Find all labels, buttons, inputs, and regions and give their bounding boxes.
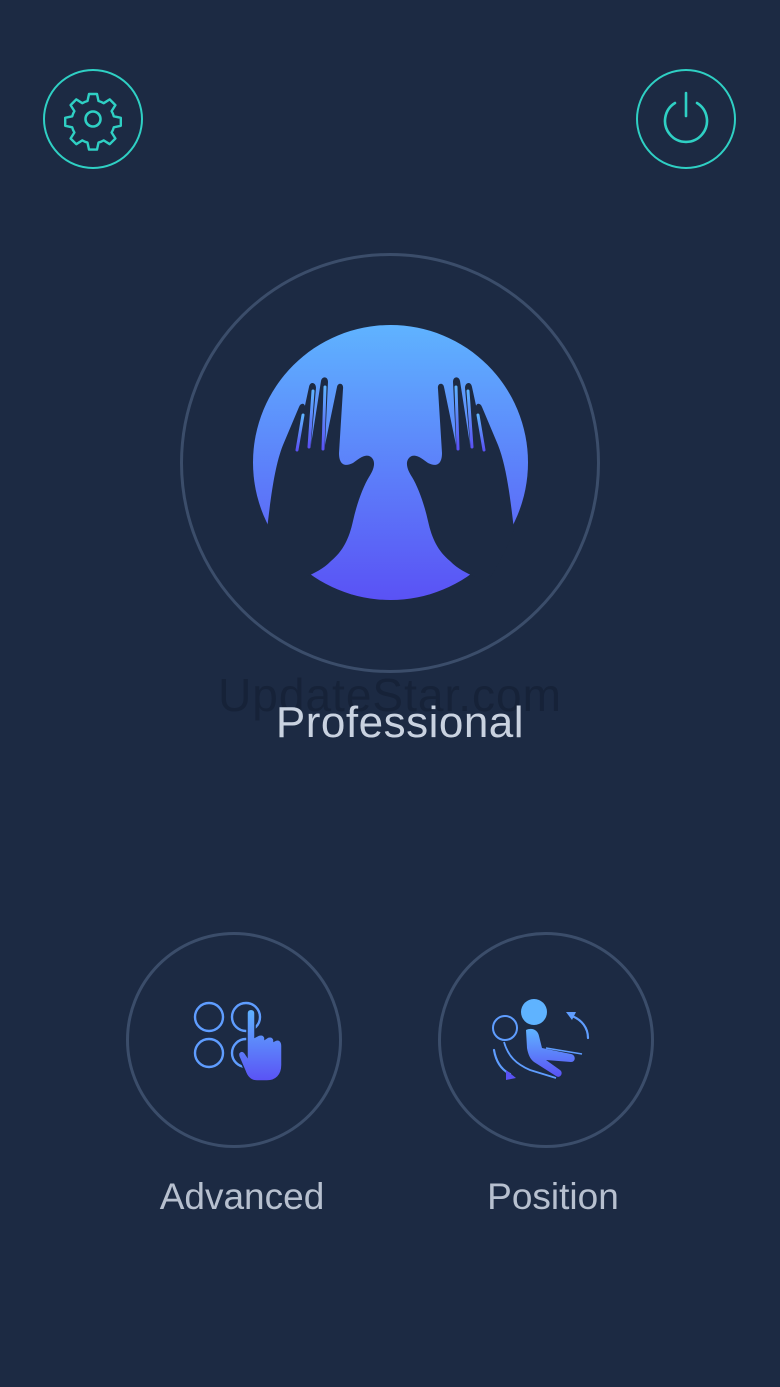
recline-chair-icon xyxy=(492,999,590,1080)
advanced-mode-button[interactable] xyxy=(126,932,342,1148)
advanced-label: Advanced xyxy=(159,1176,325,1217)
settings-button[interactable] xyxy=(43,69,143,169)
power-icon xyxy=(663,91,709,144)
power-button[interactable] xyxy=(636,69,736,169)
professional-label: Professional xyxy=(275,698,525,747)
position-mode-button[interactable] xyxy=(438,932,654,1148)
massage-hands-icon[interactable] xyxy=(253,325,528,600)
grid-touch-icon xyxy=(193,1001,283,1082)
position-label: Position xyxy=(487,1176,619,1217)
gear-icon xyxy=(64,92,122,151)
